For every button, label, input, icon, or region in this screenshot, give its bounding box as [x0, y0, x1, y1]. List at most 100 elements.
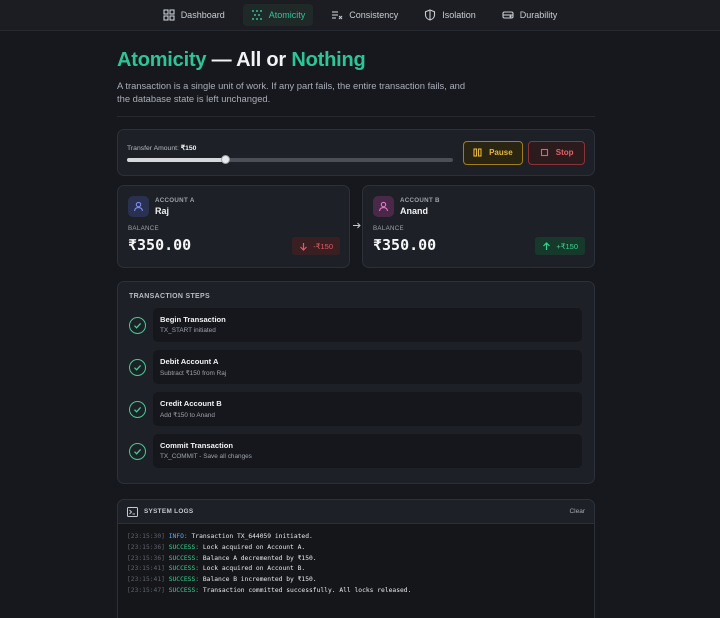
- top-nav: Dashboard Atomicity Consistency Isolatio…: [0, 0, 720, 31]
- nav-item-consistency[interactable]: Consistency: [323, 4, 406, 26]
- transfer-amount-value: ₹150: [180, 144, 197, 152]
- consistency-icon: [331, 9, 343, 21]
- nav-label-atomicity: Atomicity: [268, 10, 306, 20]
- system-logs-panel: SYSTEM LOGS Clear [23:15:30] INFO: Trans…: [117, 499, 595, 618]
- terminal-icon: [127, 506, 138, 517]
- arrow-up-icon: [543, 241, 551, 250]
- log-level: SUCCESS:: [168, 586, 200, 594]
- slider-fill: [127, 157, 225, 162]
- step-subtitle: Add ₹150 to Anand: [160, 412, 215, 419]
- log-timestamp: [23:15:41]: [127, 576, 165, 584]
- user-icon: [373, 196, 394, 217]
- step-subtitle: TX_START initiated: [160, 327, 216, 334]
- step-item: Begin Transaction TX_START initiated: [129, 308, 583, 342]
- accounts-row: ACCOUNT A Raj BALANCE ₹350.00 -₹150 ACCO…: [117, 185, 595, 268]
- account-a-delta-badge: -₹150: [292, 237, 340, 255]
- slider-thumb[interactable]: [220, 154, 230, 164]
- transfer-controls: Transfer Amount: ₹150 Pause Stop: [117, 129, 595, 176]
- nav-label-isolation: Isolation: [442, 10, 476, 20]
- log-message: Transaction committed successfully. All …: [202, 586, 412, 594]
- account-a-balance-label: BALANCE: [128, 225, 159, 232]
- transaction-steps-title: TRANSACTION STEPS: [129, 293, 210, 300]
- log-timestamp: [23:15:36]: [127, 554, 165, 562]
- system-logs-title: SYSTEM LOGS: [144, 508, 194, 515]
- step-subtitle: Subtract ₹150 from Raj: [160, 370, 227, 377]
- step-title: Debit Account A: [160, 357, 219, 366]
- log-timestamp: [23:15:41]: [127, 565, 165, 573]
- nav-item-durability[interactable]: Durability: [494, 4, 566, 26]
- system-logs-header: SYSTEM LOGS Clear: [118, 500, 594, 524]
- log-level: SUCCESS:: [168, 554, 200, 562]
- log-line: [23:15:36] SUCCESS: Balance A decremente…: [127, 554, 585, 565]
- page-description: A transaction is a single unit of work. …: [117, 80, 466, 104]
- step-item: Debit Account A Subtract ₹150 from Raj: [129, 350, 583, 384]
- arrow-down-icon: [300, 242, 308, 251]
- log-timestamp: [23:15:36]: [127, 543, 165, 551]
- nav-label-durability: Durability: [519, 10, 558, 20]
- title-middle: — All or: [206, 49, 292, 71]
- dashboard-icon: [163, 9, 175, 21]
- account-b-name: Anand: [400, 206, 428, 216]
- step-box: Commit Transaction TX_COMMIT - Save all …: [153, 434, 582, 468]
- transaction-steps-panel: TRANSACTION STEPS Begin Transaction TX_S…: [117, 281, 595, 484]
- clear-logs-button[interactable]: Clear: [569, 508, 585, 515]
- log-level: SUCCESS:: [168, 565, 200, 573]
- account-b-delta-badge: +₹150: [535, 237, 585, 255]
- step-subtitle: TX_COMMIT - Save all changes: [160, 453, 252, 460]
- disk-icon: [502, 9, 514, 21]
- step-item: Credit Account B Add ₹150 to Anand: [129, 392, 583, 426]
- shield-icon: [424, 9, 436, 21]
- transfer-amount-slider[interactable]: [127, 154, 453, 164]
- pause-label: Pause: [489, 148, 513, 157]
- account-a-name: Raj: [155, 206, 170, 216]
- step-box: Begin Transaction TX_START initiated: [153, 308, 582, 342]
- log-timestamp: [23:15:47]: [127, 586, 165, 594]
- step-title: Begin Transaction: [160, 315, 226, 324]
- account-b-card: ACCOUNT B Anand BALANCE ₹350.00 +₹150: [362, 185, 595, 268]
- log-level: SUCCESS:: [168, 543, 200, 551]
- nav-item-isolation[interactable]: Isolation: [416, 4, 484, 26]
- log-message: Lock acquired on Account A.: [202, 543, 306, 551]
- log-message: Transaction TX_644059 initiated.: [191, 533, 313, 540]
- stop-icon: [540, 148, 548, 157]
- check-circle-icon: [129, 442, 146, 460]
- stop-label: Stop: [555, 148, 574, 157]
- check-circle-icon: [129, 316, 146, 334]
- log-message: Balance A decremented by ₹150.: [202, 554, 317, 562]
- pause-button[interactable]: Pause: [462, 140, 524, 165]
- nav-item-dashboard[interactable]: Dashboard: [155, 4, 233, 26]
- account-a-kicker: ACCOUNT A: [155, 197, 195, 204]
- nav-item-atomicity[interactable]: Atomicity: [242, 4, 314, 26]
- log-output: [23:15:30] INFO: Transaction TX_644059 i…: [118, 524, 594, 618]
- log-timestamp: [23:15:30]: [127, 533, 165, 540]
- title-word-atomicity: Atomicity: [117, 49, 207, 71]
- title-word-nothing: Nothing: [291, 49, 366, 71]
- step-title: Credit Account B: [160, 399, 222, 408]
- log-level: SUCCESS:: [168, 576, 200, 584]
- page-title: Atomicity — All or Nothing: [117, 49, 595, 72]
- arrow-right-icon: [350, 221, 362, 233]
- transfer-amount-caption: Transfer Amount:: [127, 144, 179, 152]
- divider: [117, 116, 595, 117]
- account-b-balance-label: BALANCE: [373, 225, 404, 232]
- account-b-delta: +₹150: [556, 241, 578, 251]
- stop-button[interactable]: Stop: [528, 140, 585, 165]
- nav-label-consistency: Consistency: [349, 10, 399, 20]
- main-content: Atomicity — All or Nothing A transaction…: [117, 49, 595, 618]
- log-line: [23:15:41] SUCCESS: Balance B incremente…: [127, 575, 585, 586]
- log-line: [23:15:41] SUCCESS: Lock acquired on Acc…: [127, 564, 585, 575]
- check-circle-icon: [129, 400, 146, 418]
- atom-icon: [251, 9, 263, 21]
- step-box: Debit Account A Subtract ₹150 from Raj: [153, 350, 582, 384]
- log-message: Lock acquired on Account B.: [202, 565, 306, 573]
- transfer-slider-group: Transfer Amount: ₹150: [127, 144, 453, 164]
- account-a-delta: -₹150: [313, 241, 333, 251]
- account-a-card: ACCOUNT A Raj BALANCE ₹350.00 -₹150: [117, 185, 350, 268]
- transfer-amount-label: Transfer Amount: ₹150: [127, 144, 453, 152]
- pause-icon: [473, 148, 482, 157]
- log-line: [23:15:30] INFO: Transaction TX_644059 i…: [127, 532, 585, 543]
- log-line: [23:15:47] SUCCESS: Transaction committe…: [127, 586, 585, 597]
- step-title: Commit Transaction: [160, 441, 233, 450]
- log-message: Balance B incremented by ₹150.: [202, 576, 317, 584]
- account-b-kicker: ACCOUNT B: [400, 197, 440, 204]
